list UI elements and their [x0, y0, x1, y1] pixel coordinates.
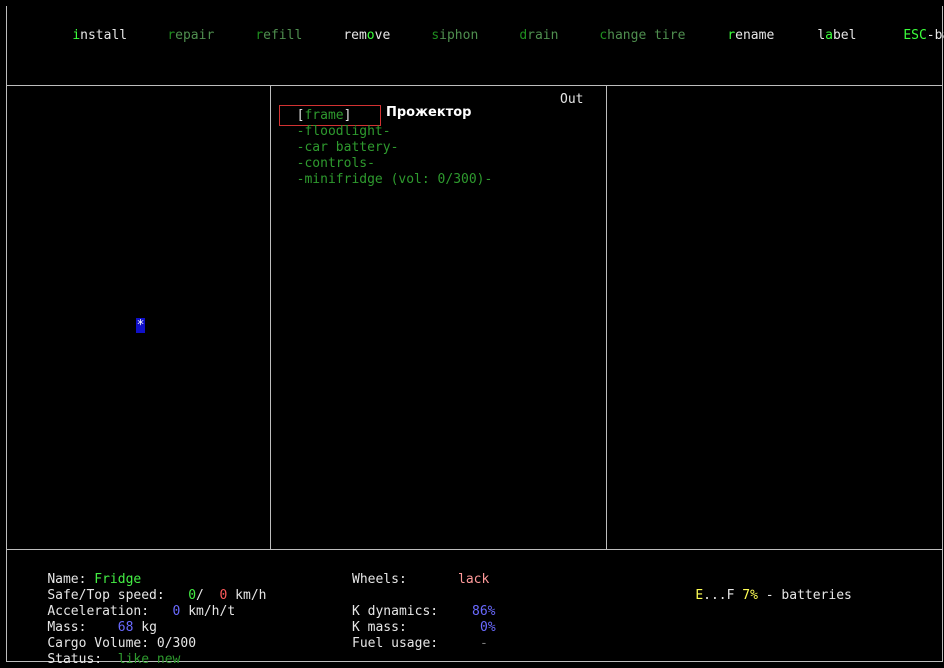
stat-kmass-label: K mass: — [352, 620, 407, 635]
stat-wheels-value: lack — [458, 572, 490, 587]
menu-siphon[interactable]: siphon — [400, 12, 478, 44]
part-minifridge[interactable]: -minifridge (vol: 0/300)- — [281, 156, 493, 188]
menu-refill[interactable]: refill — [224, 12, 302, 44]
stat-status: Status: like new — [47, 652, 181, 667]
menu-change-tire[interactable]: change tire — [568, 12, 685, 44]
part-description: Прожектор — [386, 105, 472, 120]
map-cursor[interactable]: * — [136, 318, 145, 333]
stat-fuel-label: Fuel usage: — [352, 636, 439, 651]
menu-esc-back[interactable]: ESC-back — [872, 12, 944, 44]
menu-install[interactable]: install — [41, 12, 127, 44]
fuel-gauge: E...F 7% - batteries — [695, 588, 852, 603]
menu-drain[interactable]: drain — [488, 12, 558, 44]
stat-kmass-value: 0% — [480, 620, 496, 635]
menu-label[interactable]: label — [786, 12, 856, 44]
out-label: Out — [560, 92, 584, 107]
stat-kdyn-label: K dynamics: — [352, 604, 439, 619]
info-panel — [606, 85, 943, 550]
menu-repair[interactable]: repair — [136, 12, 214, 44]
stat-wheels-label: Wheels: — [352, 572, 407, 587]
stat-kdyn-value: 86% — [472, 604, 496, 619]
menu-remove[interactable]: remove — [312, 12, 390, 44]
stat-fuel-value: - — [480, 636, 488, 651]
menu-rename[interactable]: rename — [696, 12, 774, 44]
